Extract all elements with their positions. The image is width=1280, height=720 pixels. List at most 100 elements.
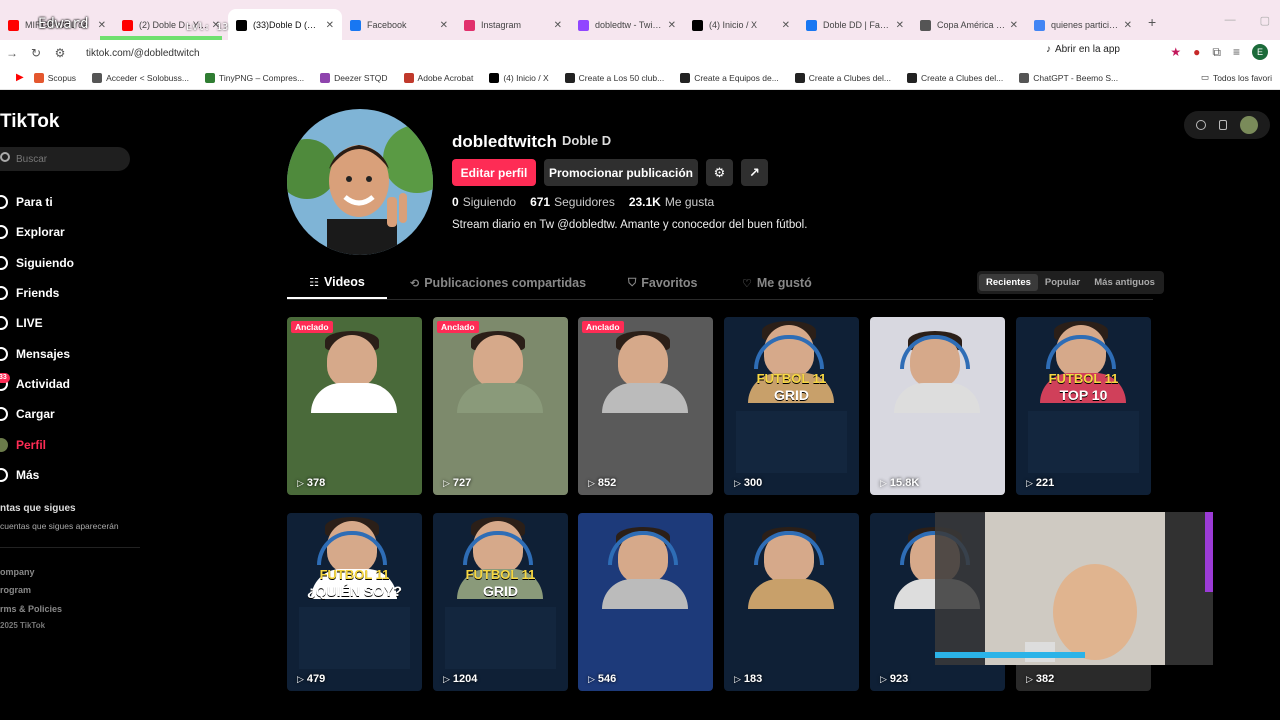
browser-tab[interactable]: Copa América - Wikipedia ✕ [912,9,1026,41]
bookmark-item[interactable]: Create a Clubes del... [794,72,891,83]
settings-button[interactable]: ⚙ [706,159,733,186]
x-icon [692,19,703,31]
close-icon[interactable]: ✕ [440,20,448,31]
bookmark-item[interactable]: Create a Equipos de... [680,72,779,83]
video-card[interactable]: FUTBOL 11 GRID ▷ 1204 [433,513,568,691]
bookmark-item[interactable]: Create a Clubes del... [907,72,1003,83]
close-icon[interactable]: ✕ [326,20,334,31]
tab-title: dobledtw - Twitch [595,20,664,30]
profile-tab[interactable]: ⟲ Publicaciones compartidas [410,267,586,299]
compass-icon [0,225,8,240]
address-bar: → ↻ ⚙ tiktok.com/@dobledtwitch ♪ Abrir e… [0,40,1280,66]
profile-avatar[interactable]: E [1252,44,1268,60]
nav-item[interactable]: Cargar [0,399,74,429]
tiktok-logo[interactable]: TikTok [0,111,59,133]
nav-item[interactable]: LIVE [0,308,74,338]
video-card[interactable]: Anclado ▷ 378 [287,317,422,495]
coin-icon[interactable] [1196,120,1207,130]
bookmark-item[interactable]: TinyPNG – Compres... [204,72,304,83]
close-icon[interactable]: ✕ [896,20,904,31]
view-count: ▷ 15.8K [880,477,920,489]
user-avatar[interactable] [1239,116,1258,134]
thumbnail-panel [1028,411,1139,473]
nav-item[interactable]: Más [0,460,74,490]
bookmark-item[interactable]: Deezer STQD [320,72,388,83]
close-icon[interactable]: ✕ [98,20,106,31]
nav-item[interactable]: Para ti [0,187,74,217]
nav-item[interactable]: Mensajes [0,338,74,368]
nav-item[interactable]: Perfil [0,429,74,459]
nav-item[interactable]: 33 Actividad [0,369,74,399]
sort-option[interactable]: Popular [1038,274,1087,291]
followers-stat[interactable]: 671 Seguidores [530,195,615,209]
video-card[interactable]: FUTBOL 11 GRID ▷ 300 [724,317,859,495]
all-bookmarks[interactable]: ▭ Todos los favori [1201,72,1272,83]
youtube-icon[interactable]: ▶ [16,72,24,83]
headphones-icon [754,335,824,369]
bookmark-item[interactable]: ChatGPT - Beemo S... [1019,72,1118,83]
promote-post-button[interactable]: Promocionar publicación [544,159,698,186]
close-icon[interactable]: ✕ [1010,20,1018,31]
video-card[interactable]: ▷ 183 [724,513,859,691]
maximize-icon[interactable]: ▢ [1260,14,1270,27]
profile-tab[interactable]: ⛉ Favoritos [628,267,698,299]
nav-item[interactable]: Explorar [0,217,74,247]
browser-tab[interactable]: Doble DD | Facebook ✕ [798,9,912,41]
site-info-icon[interactable]: ⚙ [48,46,72,60]
forward-icon[interactable]: → [0,46,24,60]
browser-tab[interactable]: Facebook ✕ [342,9,456,41]
url-field[interactable]: tiktok.com/@dobledtwitch [86,48,200,59]
extension-icon[interactable]: ● [1193,45,1200,59]
video-card[interactable]: Anclado ▷ 852 [578,317,713,495]
view-count: ▷ 852 [588,477,617,489]
video-card[interactable]: FUTBOL 11 TOP 10 ▷ 221 [1016,317,1151,495]
browser-tab[interactable]: (33)Doble D (@dobledtwitch) ✕ [228,9,342,41]
sort-option[interactable]: Recientes [979,274,1038,291]
stream-overlay-name: Edward [38,16,89,32]
sort-option[interactable]: Más antiguos [1087,274,1162,291]
video-card[interactable]: ▷ 15.8K [870,317,1005,495]
following-stat[interactable]: 0 Siguiendo [452,195,516,209]
nav-item[interactable]: Friends [0,278,74,308]
edit-profile-button[interactable]: Editar perfil [452,159,536,186]
star-icon[interactable]: ★ [1170,45,1181,59]
share-button[interactable]: ↗ [741,159,768,186]
video-card[interactable]: ▷ 546 [578,513,713,691]
profile-avatar-large[interactable] [287,109,433,255]
reload-icon[interactable]: ↻ [24,46,48,60]
following-accounts-desc: cuentas que sigues aparecerán [0,521,119,531]
footer-link-program[interactable]: rogram [0,585,62,603]
profile-tab[interactable]: ♡ Me gustó [742,267,812,299]
profile-tab[interactable]: ☷ Videos [287,267,387,299]
tab-title: Doble DD | Facebook [823,20,892,30]
close-icon[interactable]: ✕ [668,20,676,31]
bookmark-item[interactable]: Acceder < Solobuss... [92,72,189,83]
nav-item[interactable]: Siguiendo [0,248,74,278]
menu-icon[interactable]: ≡ [1233,45,1240,59]
browser-tab[interactable]: quienes participan ✕ [1026,9,1140,41]
video-card[interactable]: FUTBOL 11 ¿QUIÉN SOY? ▷ 479 [287,513,422,691]
bookmark-item[interactable]: Scopus [33,72,76,83]
browser-tab[interactable]: (4) Inicio / X ✕ [684,9,798,41]
open-in-app-button[interactable]: ♪ Abrir en la app [1046,44,1120,55]
minimize-icon[interactable]: — [1225,14,1236,27]
video-card[interactable]: Anclado ▷ 727 [433,317,568,495]
bookmark-item[interactable]: Adobe Acrobat [403,72,473,83]
browser-tab[interactable]: Instagram ✕ [456,9,570,41]
bookmark-item[interactable]: Create a Los 50 club... [564,72,664,83]
bookmark-icon [204,72,215,83]
browser-tab[interactable]: dobledtw - Twitch ✕ [570,9,684,41]
footer-link-terms[interactable]: rms & Policies [0,604,62,622]
close-icon[interactable]: ✕ [554,20,562,31]
new-tab-icon[interactable]: + [1148,14,1156,30]
google-icon [1034,19,1045,31]
close-icon[interactable]: ✕ [782,20,790,31]
search-icon [0,152,10,162]
close-icon[interactable]: ✕ [1124,20,1132,31]
bookmark-item[interactable]: (4) Inicio / X [489,72,549,83]
device-icon[interactable] [1218,120,1227,130]
search-input[interactable]: Buscar [0,147,130,171]
tiktok-icon [236,19,247,31]
puzzle-icon[interactable]: ⧉ [1212,45,1221,60]
footer-link-company[interactable]: ompany [0,567,62,585]
